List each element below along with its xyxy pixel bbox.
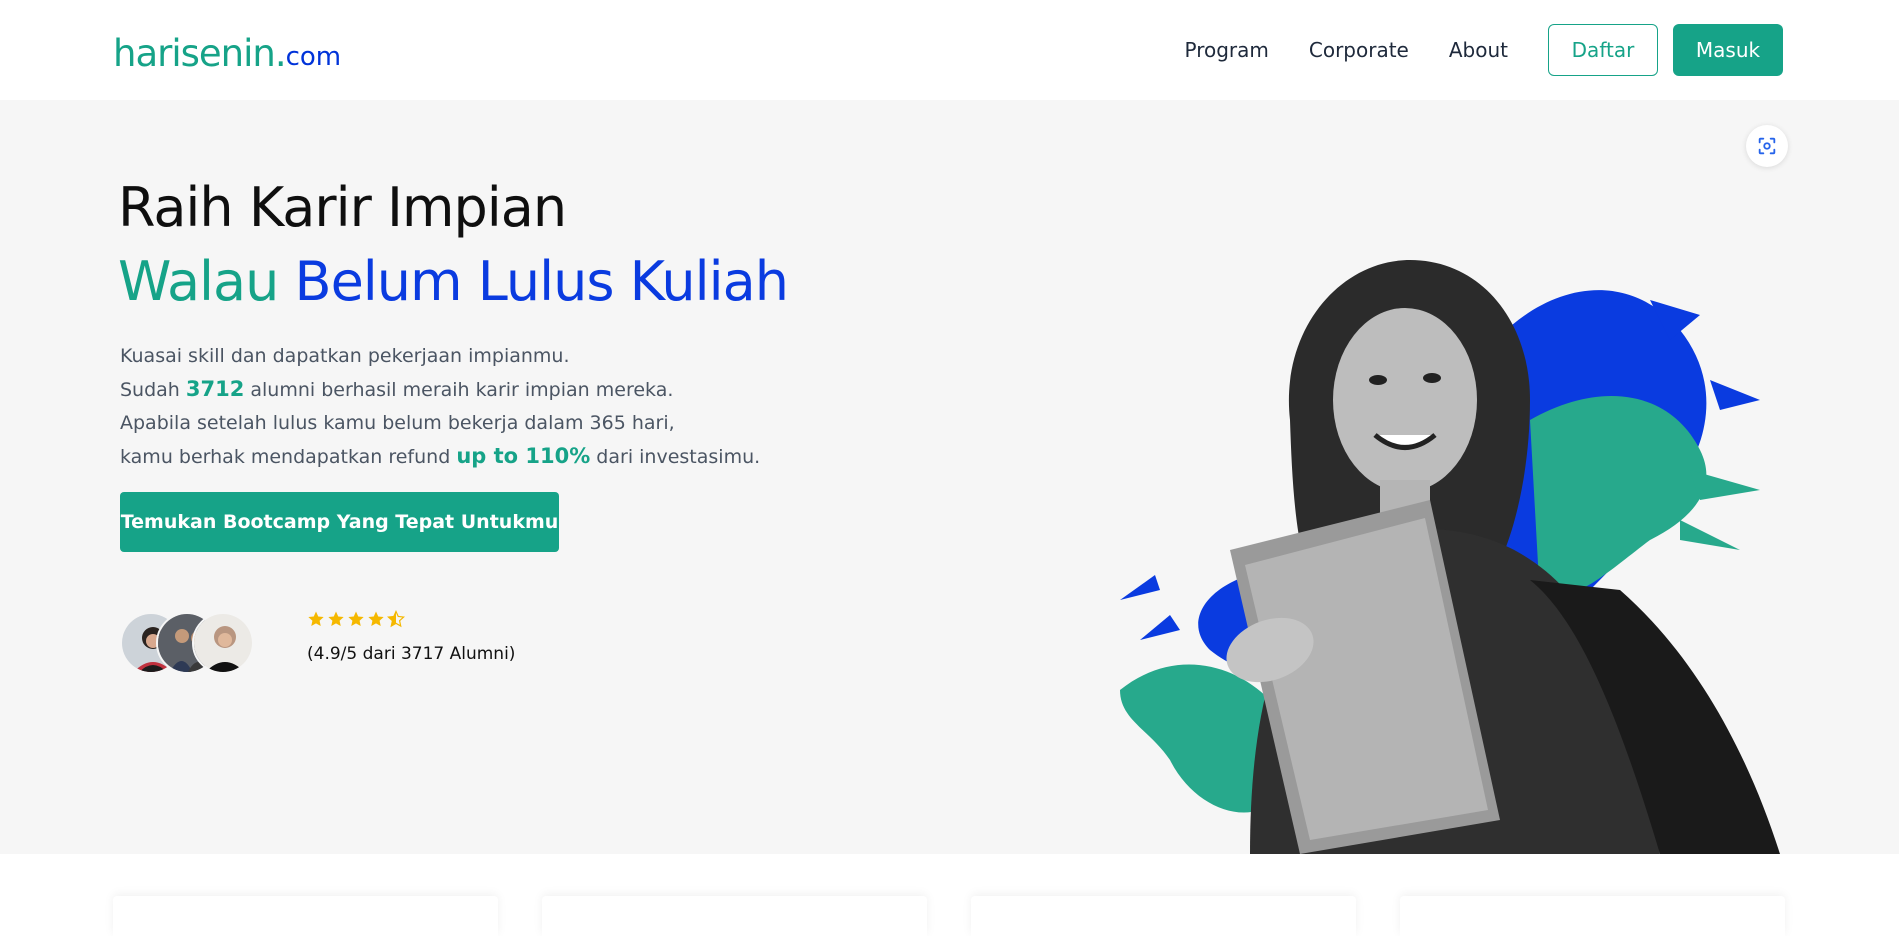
logo-brand: harisenin (113, 32, 276, 75)
program-cards-row (113, 896, 1785, 936)
find-bootcamp-button[interactable]: Temukan Bootcamp Yang Tepat Untukmu (120, 492, 559, 552)
logo-dot: . (274, 32, 287, 75)
register-button[interactable]: Daftar (1548, 24, 1658, 76)
site-header: harisenin. com Program Corporate About Da… (0, 0, 1899, 100)
desc-line-2-pre: Sudah (120, 379, 186, 401)
program-card[interactable] (971, 896, 1356, 936)
desc-line-2: Sudah 3712 alumni berhasil meraih karir … (120, 373, 760, 407)
hero-title-line1: Raih Karir Impian (118, 176, 567, 239)
star-icon (308, 611, 324, 627)
rating-stars (307, 610, 515, 628)
program-card[interactable] (113, 896, 498, 936)
focus-scan-button[interactable] (1746, 125, 1788, 167)
program-card[interactable] (1400, 896, 1785, 936)
star-icon (368, 611, 384, 627)
rating-text: (4.9/5 dari 3717 Alumni) (307, 644, 516, 664)
focus-scan-icon (1758, 137, 1776, 155)
desc-line-4-pre: kamu berhak mendapatkan refund (120, 446, 457, 468)
star-icon (328, 611, 344, 627)
hero-title-blue: Belum Lulus Kuliah (294, 250, 789, 313)
nav-corporate[interactable]: Corporate (1309, 38, 1409, 62)
hero-student-illustration (1120, 260, 1780, 854)
hero-section: Raih Karir Impian Walau Belum Lulus Kuli… (0, 100, 1899, 854)
alumni-avatars (120, 612, 254, 674)
desc-line-4: kamu berhak mendapatkan refund up to 110… (120, 440, 760, 474)
refund-highlight: up to 110% (456, 444, 591, 468)
harisenin-logo[interactable]: harisenin. com (113, 28, 341, 72)
login-button[interactable]: Masuk (1673, 24, 1783, 76)
rating-block: (4.9/5 dari 3717 Alumni) (307, 610, 515, 664)
program-card[interactable] (542, 896, 927, 936)
logo-tld: com (285, 42, 342, 72)
hero-description: Kuasai skill dan dapatkan pekerjaan impi… (120, 340, 760, 474)
hero-title-line2: Walau Belum Lulus Kuliah (118, 250, 789, 313)
desc-line-3: Apabila setelah lulus kamu belum bekerja… (120, 412, 675, 434)
desc-line-1: Kuasai skill dan dapatkan pekerjaan impi… (120, 345, 570, 367)
avatar (192, 612, 254, 674)
nav-about[interactable]: About (1449, 38, 1508, 62)
alumni-count: 3712 (185, 377, 245, 401)
main-nav: Program Corporate About Daftar Masuk (1184, 24, 1783, 76)
nav-program[interactable]: Program (1184, 38, 1268, 62)
desc-line-2-post: alumni berhasil meraih karir impian mere… (244, 379, 674, 401)
desc-line-4-post: dari investasimu. (590, 446, 761, 468)
star-icon (348, 611, 364, 627)
hero-title-green: Walau (118, 250, 279, 313)
star-half-icon (387, 610, 405, 628)
